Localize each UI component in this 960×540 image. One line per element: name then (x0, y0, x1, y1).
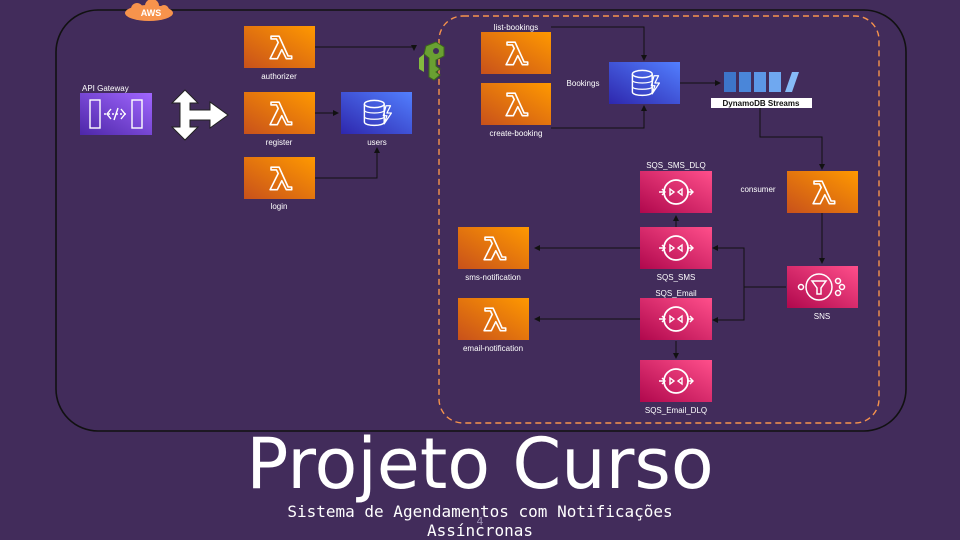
lambda-create-booking: create-booking (481, 83, 551, 138)
sqs-sms: SQS_SMS (640, 227, 712, 282)
lambda-register-label: register (266, 138, 293, 147)
sqs-email: SQS_Email (640, 289, 712, 340)
sns-label: SNS (814, 312, 830, 321)
aws-badge: AWS (125, 0, 173, 21)
lambda-email-notification-label: email-notification (463, 344, 523, 353)
streams-label: DynamoDB Streams (723, 99, 800, 108)
lambda-list-bookings: list-bookings (481, 23, 551, 74)
slide-title: Projeto Curso (246, 423, 714, 505)
api-gateway: API Gateway (80, 84, 152, 135)
api-gateway-label: API Gateway (82, 84, 129, 93)
sqs-sms-dlq: SQS_SMS_DLQ (640, 161, 712, 213)
sqs-email-dlq-label: SQS_Email_DLQ (645, 406, 707, 415)
lambda-authorizer: authorizer (244, 26, 315, 81)
lambda-login-label: login (271, 202, 288, 211)
key-icon (419, 41, 445, 81)
dynamodb-users: users (341, 92, 412, 147)
sns-topic: SNS (787, 266, 858, 321)
slide-subtitle: Sistema de Agendamentos com Notificações… (287, 502, 673, 540)
streams-icon (724, 72, 799, 92)
lambda-login: login (244, 157, 315, 211)
sqs-sms-dlq-label: SQS_SMS_DLQ (646, 161, 706, 170)
lambda-authorizer-label: authorizer (261, 72, 297, 81)
lambda-sms-notification: sms-notification (458, 227, 529, 282)
sqs-email-dlq: SQS_Email_DLQ (640, 360, 712, 415)
lambda-register: register (244, 92, 315, 147)
users-table-label: users (367, 138, 387, 147)
sqs-sms-label: SQS_SMS (657, 273, 696, 282)
lambda-consumer: consumer (740, 171, 858, 213)
lambda-sms-notification-label: sms-notification (465, 273, 521, 282)
lambda-email-notification: email-notification (458, 298, 529, 353)
lambda-consumer-label: consumer (740, 185, 775, 194)
routing-arrows-icon (170, 89, 229, 141)
bookings-table-label: Bookings (567, 79, 600, 88)
sqs-email-label: SQS_Email (655, 289, 697, 298)
dynamodb-streams: DynamoDB Streams (711, 72, 812, 108)
lambda-create-booking-label: create-booking (490, 129, 543, 138)
aws-badge-label: AWS (141, 8, 162, 18)
dynamodb-bookings: Bookings (567, 62, 680, 104)
lambda-list-bookings-label: list-bookings (494, 23, 538, 32)
